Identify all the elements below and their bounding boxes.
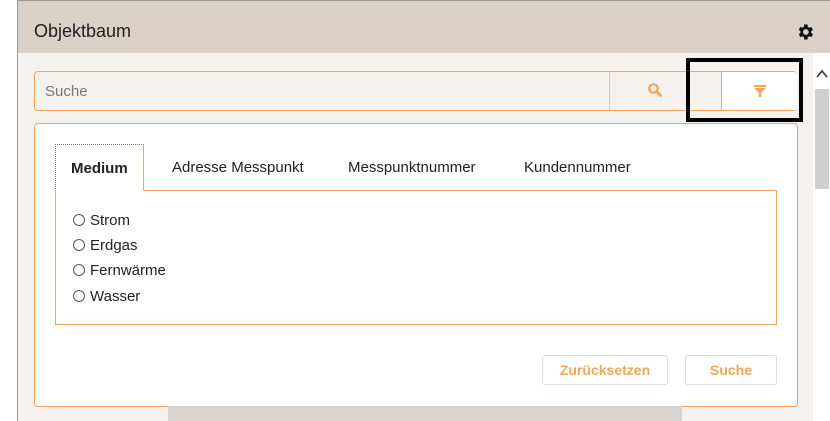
filter-panel: Medium Adresse Messpunkt Messpunktnummer… xyxy=(34,123,798,407)
radio-circle[interactable] xyxy=(73,264,85,276)
medium-options: Strom Erdgas Fernwärme Wasser xyxy=(55,190,777,325)
title-bar: Objektbaum xyxy=(18,1,830,53)
reset-button[interactable]: Zurücksetzen xyxy=(542,355,668,385)
object-tree-window: Objektbaum Medium Adr xyxy=(17,0,830,421)
radio-circle[interactable] xyxy=(73,214,85,226)
window-title: Objektbaum xyxy=(34,21,132,41)
scroll-up-icon[interactable] xyxy=(813,67,830,81)
tab-messpunktnummer[interactable]: Messpunktnummer xyxy=(348,144,476,191)
radio-circle[interactable] xyxy=(73,290,85,302)
search-bar xyxy=(34,71,797,111)
radio-label: Fernwärme xyxy=(90,261,166,279)
radio-strom[interactable]: Strom xyxy=(73,210,130,230)
radio-wasser[interactable]: Wasser xyxy=(73,286,140,306)
filter-search-button[interactable]: Suche xyxy=(685,355,777,385)
search-icon xyxy=(648,83,662,97)
tab-kundennummer[interactable]: Kundennummer xyxy=(524,144,631,191)
radio-fernwaerme[interactable]: Fernwärme xyxy=(73,260,166,280)
radio-label: Erdgas xyxy=(90,236,138,254)
bottom-strip xyxy=(168,406,682,421)
radio-erdgas[interactable]: Erdgas xyxy=(73,235,138,255)
radio-circle[interactable] xyxy=(73,239,85,251)
filter-tabs: Medium Adresse Messpunkt Messpunktnummer… xyxy=(55,144,775,191)
search-input[interactable] xyxy=(35,72,609,110)
tab-medium[interactable]: Medium xyxy=(55,144,144,191)
radio-label: Strom xyxy=(90,211,131,229)
radio-label: Wasser xyxy=(90,287,141,305)
scroll-thumb[interactable] xyxy=(815,89,829,189)
gear-icon[interactable] xyxy=(795,22,815,42)
vertical-scrollbar[interactable] xyxy=(813,53,830,421)
filter-highlight-box xyxy=(686,58,803,122)
tab-adresse-messpunkt[interactable]: Adresse Messpunkt xyxy=(172,144,304,191)
